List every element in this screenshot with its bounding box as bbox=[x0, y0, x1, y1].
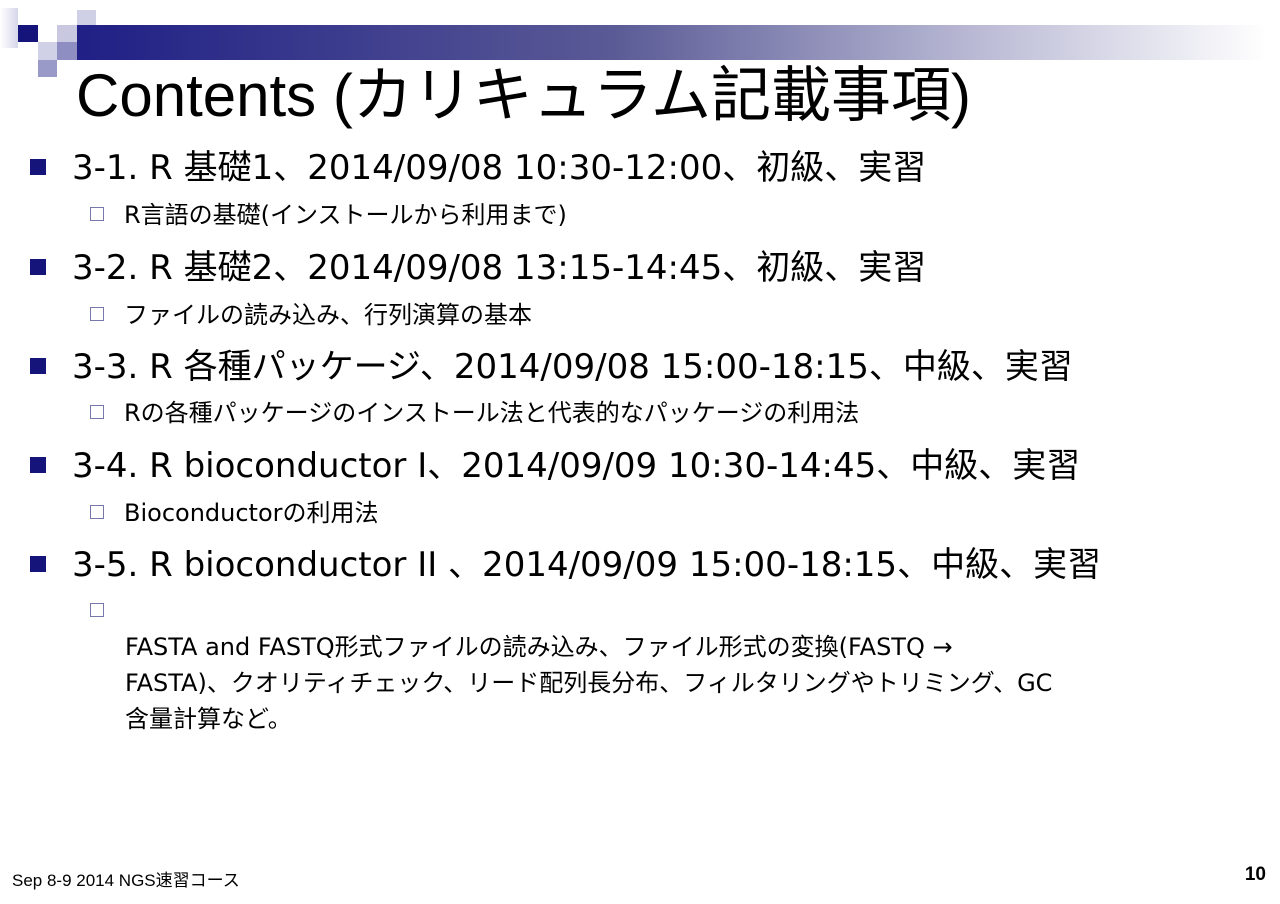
hollow-square-bullet-icon bbox=[90, 207, 104, 221]
sub-bullet-item: Rの各種パッケージのインストール法と代表的なパッケージの利用法 bbox=[90, 395, 859, 431]
hollow-square-bullet-icon bbox=[90, 603, 104, 617]
bullet-label: 3-3. R 各種パッケージ、2014/09/08 15:00-18:15、中級… bbox=[72, 347, 1073, 387]
decor-square bbox=[57, 42, 77, 60]
sub-bullet-item: Bioconductorの利用法 bbox=[90, 495, 379, 531]
slide-title: Contents (カリキュラム記載事項) bbox=[76, 62, 971, 129]
bullet-label: 3-2. R 基礎2、2014/09/08 13:15-14:45、初級、実習 bbox=[72, 248, 927, 288]
hollow-square-bullet-icon bbox=[90, 405, 104, 419]
sub-bullet-label: Bioconductorの利用法 bbox=[124, 499, 379, 527]
bullet-label: 3-5. R bioconductor II 、2014/09/09 15:00… bbox=[72, 545, 1102, 585]
bullet-label: 3-1. R 基礎1、2014/09/08 10:30-12:00、初級、実習 bbox=[72, 148, 927, 188]
footer-text: Sep 8-9 2014 NGS速習コース bbox=[12, 871, 240, 890]
hollow-square-bullet-icon bbox=[90, 307, 104, 321]
bullet-item: 3-1. R 基礎1、2014/09/08 10:30-12:00、初級、実習 bbox=[30, 148, 926, 188]
decor-square bbox=[77, 10, 96, 25]
square-bullet-icon bbox=[30, 158, 46, 175]
hollow-square-bullet-icon bbox=[90, 505, 104, 519]
square-bullet-icon bbox=[30, 258, 46, 275]
bullet-item: 3-3. R 各種パッケージ、2014/09/08 15:00-18:15、中級… bbox=[30, 347, 1073, 387]
sub-bullet-item: R言語の基礎(インストールから利用まで) bbox=[90, 197, 567, 233]
page-number: 10 bbox=[1244, 864, 1266, 885]
bullet-item: 3-4. R bioconductor I、2014/09/09 10:30-1… bbox=[30, 446, 1080, 486]
square-bullet-icon bbox=[30, 357, 46, 374]
decor-square bbox=[38, 42, 57, 60]
sub-bullet-item: ファイルの読み込み、行列演算の基本 bbox=[90, 297, 532, 333]
decor-square bbox=[0, 8, 18, 48]
sub-bullet-label: R言語の基礎(インストールから利用まで) bbox=[124, 201, 567, 229]
sub-bullet-item: FASTA and FASTQ形式ファイルの読み込み、ファイル形式の変換(FAS… bbox=[90, 593, 1052, 737]
title-band bbox=[77, 25, 1267, 60]
sub-bullet-label: Rの各種パッケージのインストール法と代表的なパッケージの利用法 bbox=[124, 399, 860, 427]
sub-bullet-label: ファイルの読み込み、行列演算の基本 bbox=[124, 301, 532, 329]
sub-bullet-line: FASTA)、クオリティチェック、リード配列長分布、フィルタリングやトリミング、… bbox=[125, 669, 1053, 697]
decor-square bbox=[57, 25, 77, 42]
decor-square bbox=[38, 60, 57, 77]
bullet-label: 3-4. R bioconductor I、2014/09/09 10:30-1… bbox=[72, 446, 1081, 486]
decor-square bbox=[18, 25, 38, 42]
sub-bullet-line: 含量計算など。 bbox=[125, 705, 292, 733]
square-bullet-icon bbox=[30, 456, 46, 473]
sub-bullet-line: FASTA and FASTQ形式ファイルの読み込み、ファイル形式の変換(FAS… bbox=[125, 633, 953, 661]
bullet-item: 3-5. R bioconductor II 、2014/09/09 15:00… bbox=[30, 545, 1101, 585]
bullet-item: 3-2. R 基礎2、2014/09/08 13:15-14:45、初級、実習 bbox=[30, 248, 926, 288]
square-bullet-icon bbox=[30, 555, 46, 572]
